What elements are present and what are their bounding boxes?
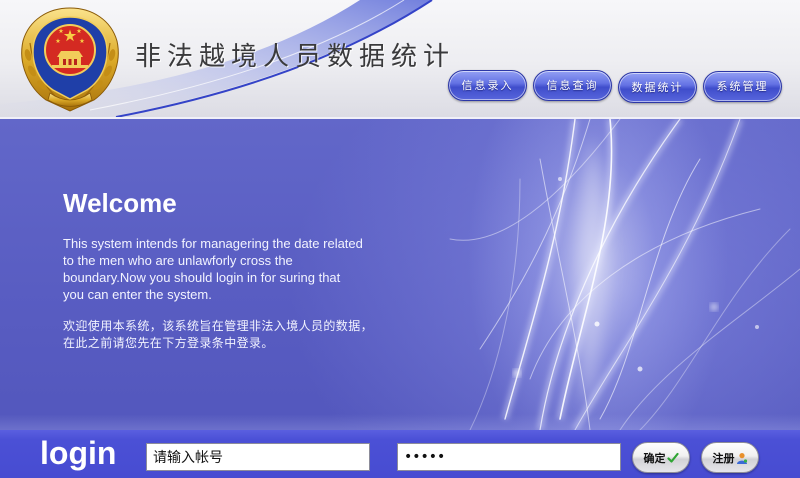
police-emblem (21, 7, 119, 112)
login-bar: login 确定 注册 (0, 430, 800, 478)
login-page: 非法越境人员数据统计 信息录入 信息查询 数据统计 系统管理 Welcome T… (0, 0, 800, 478)
register-button-label: 注册 (712, 451, 735, 465)
welcome-text-en-line: you can enter the system. (63, 287, 212, 302)
welcome-heading: Welcome (63, 188, 177, 218)
welcome-text-en-line: This system intends for managering the d… (63, 236, 363, 251)
check-icon (666, 452, 679, 464)
password-input[interactable] (397, 443, 621, 471)
header: 非法越境人员数据统计 信息录入 信息查询 数据统计 系统管理 (0, 0, 800, 117)
welcome-text-chinese: 欢迎使用本系统，该系统旨在管理非法入境人员的数据， 在此之前请您先在下方登录条中… (63, 318, 373, 352)
welcome-panel: Welcome This system intends for manageri… (0, 119, 800, 430)
register-button[interactable]: 注册 (701, 442, 759, 473)
confirm-button[interactable]: 确定 (632, 442, 690, 473)
nav-item-data-statistics[interactable]: 数据统计 (618, 72, 697, 103)
welcome-text-zh-line: 在此之前请您先在下方登录条中登录。 (63, 336, 274, 350)
confirm-button-label: 确定 (643, 451, 666, 465)
panel-bottom-reflection (0, 414, 800, 430)
welcome-text-zh-line: 欢迎使用本系统，该系统旨在管理非法入境人员的数据， (63, 319, 374, 333)
welcome-text-en-line: to the men who are unlawforly cross the (63, 253, 293, 268)
nav-item-system-management[interactable]: 系统管理 (703, 71, 782, 102)
page-title: 非法越境人员数据统计 (135, 42, 456, 72)
nav-item-info-query[interactable]: 信息查询 (533, 70, 612, 101)
user-icon (736, 452, 748, 464)
nav-item-info-entry[interactable]: 信息录入 (448, 70, 527, 101)
login-label: login (40, 435, 117, 471)
account-input[interactable] (146, 443, 370, 471)
welcome-text-en-line: boundary.Now you should login in for sur… (63, 270, 341, 285)
welcome-text-english: This system intends for managering the d… (63, 235, 363, 303)
